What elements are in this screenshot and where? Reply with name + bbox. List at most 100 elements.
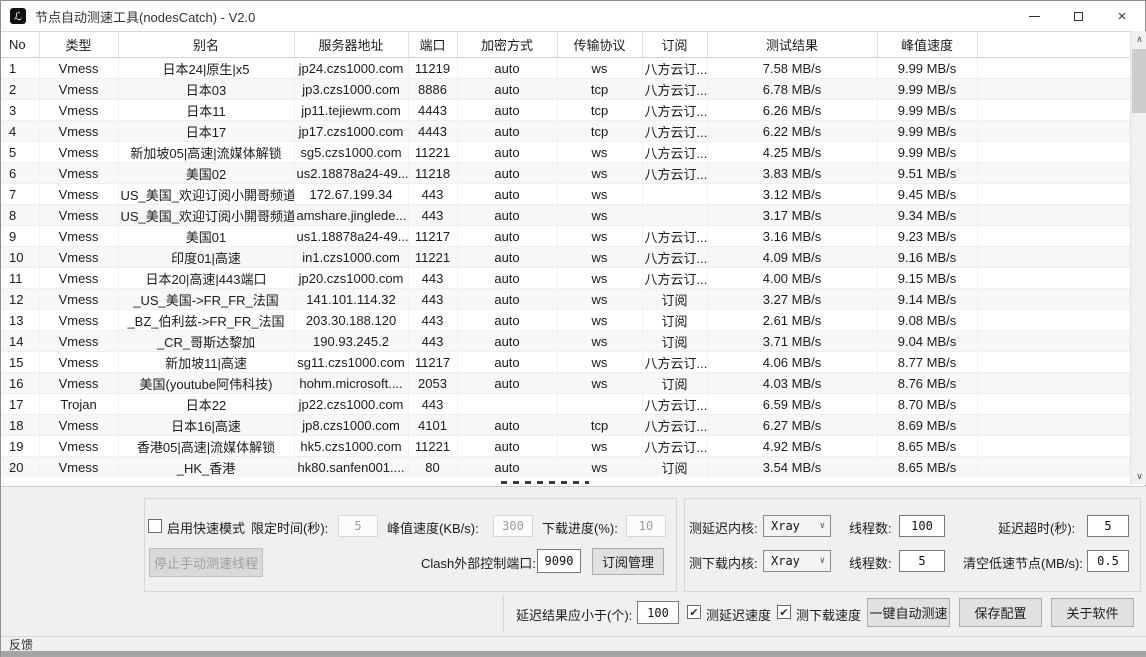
node-row[interactable]: 18Vmess日本16|高速jp8.czs1000.com4101autotcp…: [1, 415, 1130, 436]
maximize-button[interactable]: [1056, 1, 1100, 31]
cell: 6.78 MB/s: [707, 79, 877, 100]
column-header-6[interactable]: 加密方式: [457, 32, 557, 58]
cell: Vmess: [39, 226, 118, 247]
scroll-up-icon[interactable]: ∧: [1131, 31, 1146, 48]
cell: 16: [1, 373, 39, 394]
auto-test-button[interactable]: 一键自动测速: [867, 598, 950, 627]
column-header-3[interactable]: 别名: [118, 32, 294, 58]
stop-manual-test-button[interactable]: 停止手动测速线程: [149, 548, 263, 577]
feedback-link[interactable]: 反馈: [9, 636, 33, 653]
node-row[interactable]: 3Vmess日本11jp11.tejiewm.com4443autotcp八方云…: [1, 100, 1130, 121]
download-core-select[interactable]: Xray ∨: [763, 550, 831, 572]
node-row[interactable]: 2Vmess日本03jp3.czs1000.com8886autotcp八方云订…: [1, 79, 1130, 100]
node-row[interactable]: 14Vmess_CR_哥斯达黎加190.93.245.2443autows订阅3…: [1, 331, 1130, 352]
column-header-7[interactable]: 传输协议: [557, 32, 642, 58]
titlebar: ℒ 节点自动测速工具(nodesCatch) - V2.0 ×: [1, 1, 1145, 31]
latency-core-select[interactable]: Xray ∨: [763, 515, 831, 537]
test-download-checkbox[interactable]: [777, 605, 791, 619]
download-threads-input[interactable]: 5: [899, 550, 945, 572]
cell: 3.27 MB/s: [707, 289, 877, 310]
cell: ws: [557, 436, 642, 457]
cell: auto: [457, 163, 557, 184]
close-button[interactable]: ×: [1100, 1, 1144, 31]
cell: 15: [1, 352, 39, 373]
cell: 4.03 MB/s: [707, 373, 877, 394]
latency-timeout-input[interactable]: 5: [1087, 515, 1129, 537]
latency-result-input[interactable]: 100: [637, 601, 679, 624]
save-config-button[interactable]: 保存配置: [959, 598, 1042, 627]
test-latency-checkbox[interactable]: [687, 605, 701, 619]
scroll-down-icon[interactable]: ∨: [1131, 468, 1146, 485]
cell: 11: [1, 268, 39, 289]
cell: [977, 289, 1130, 310]
cell: 八方云订...: [642, 142, 707, 163]
node-row[interactable]: 4Vmess日本17jp17.czs1000.com4443autotcp八方云…: [1, 121, 1130, 142]
node-row[interactable]: 7VmessUS_美国_欢迎订阅小閞哥频道♡t...172.67.199.344…: [1, 184, 1130, 205]
clear-slow-nodes-label: 清空低速节点(MB/s):: [963, 553, 1083, 572]
fast-mode-checkbox[interactable]: [148, 519, 162, 533]
column-header-8[interactable]: 订阅: [642, 32, 707, 58]
cell: Vmess: [39, 163, 118, 184]
node-row[interactable]: 8VmessUS_美国_欢迎订阅小閞哥频道♡t...amshare.jingle…: [1, 205, 1130, 226]
latency-threads-input[interactable]: 100: [899, 515, 945, 537]
cell: 9.99 MB/s: [877, 79, 977, 100]
node-row[interactable]: 6Vmess美国02us2.18878a24-49...11218autows八…: [1, 163, 1130, 184]
cell: 11221: [408, 142, 457, 163]
peak-speed-input[interactable]: 300: [493, 515, 533, 537]
node-row[interactable]: 12Vmess_US_美国->FR_FR_法国141.101.114.32443…: [1, 289, 1130, 310]
clash-port-input[interactable]: 9090: [537, 549, 581, 573]
cell: 443: [408, 394, 457, 415]
node-row[interactable]: 19Vmess香港05|高速|流媒体解锁hk5.czs1000.com11221…: [1, 436, 1130, 457]
cell: ws: [557, 247, 642, 268]
subscription-manage-button[interactable]: 订阅管理: [592, 548, 664, 575]
cell: 8: [1, 205, 39, 226]
download-core-label: 测下载内核:: [689, 553, 758, 572]
cell: jp20.czs1000.com: [294, 268, 408, 289]
cell: [977, 247, 1130, 268]
cell: 10: [1, 247, 39, 268]
cell: Vmess: [39, 310, 118, 331]
node-row[interactable]: 5Vmess新加坡05|高速|流媒体解锁sg5.czs1000.com11221…: [1, 142, 1130, 163]
cell: 订阅: [642, 373, 707, 394]
dropdown-arrow-icon: ∨: [820, 556, 825, 566]
cell: [977, 205, 1130, 226]
table-scrollbar[interactable]: ∧ ∨: [1130, 31, 1146, 485]
cell: 4443: [408, 121, 457, 142]
node-row[interactable]: 9Vmess美国01us1.18878a24-49...11217autows八…: [1, 226, 1130, 247]
node-row[interactable]: 16Vmess美国(youtube阿伟科技)hohm.microsoft....…: [1, 373, 1130, 394]
speed-settings-groupbox: [144, 498, 677, 592]
minimize-button[interactable]: [1012, 1, 1056, 31]
cell: auto: [457, 184, 557, 205]
cell: 2: [1, 79, 39, 100]
node-row[interactable]: 10Vmess印度01|高速in1.czs1000.com11221autows…: [1, 247, 1130, 268]
column-header-2[interactable]: 类型: [39, 32, 118, 58]
cell: 13: [1, 310, 39, 331]
column-header-1[interactable]: No: [1, 32, 39, 58]
peak-speed-label: 峰值速度(KB/s):: [387, 518, 479, 537]
column-header-10[interactable]: 峰值速度: [877, 32, 977, 58]
clear-slow-nodes-input[interactable]: 0.5: [1087, 550, 1129, 572]
cell: tcp: [557, 79, 642, 100]
cell: 5: [1, 142, 39, 163]
about-button[interactable]: 关于软件: [1051, 598, 1134, 627]
maximize-icon: [1074, 12, 1083, 21]
node-row[interactable]: 17Trojan日本22jp22.czs1000.com443八方云订...6.…: [1, 394, 1130, 415]
cell: 8.65 MB/s: [877, 457, 977, 478]
node-row[interactable]: 1Vmess日本24|原生|x5jp24.czs1000.com11219aut…: [1, 58, 1130, 79]
node-row[interactable]: 15Vmess新加坡11|高速sg11.czs1000.com11217auto…: [1, 352, 1130, 373]
time-limit-input[interactable]: 5: [338, 515, 378, 537]
node-row[interactable]: 20Vmess_HK_香港hk80.sanfen001....80autows订…: [1, 457, 1130, 478]
column-header-9[interactable]: 测试结果: [707, 32, 877, 58]
node-row[interactable]: 13Vmess_BZ_伯利兹->FR_FR_法国203.30.188.12044…: [1, 310, 1130, 331]
node-row[interactable]: 11Vmess日本20|高速|443端口jp20.czs1000.com443a…: [1, 268, 1130, 289]
download-progress-input[interactable]: 10: [626, 515, 666, 537]
latency-result-label: 延迟结果应小于(个):: [516, 605, 632, 624]
cell: hohm.microsoft....: [294, 373, 408, 394]
cell: ws: [557, 268, 642, 289]
cell: 17: [1, 394, 39, 415]
column-header-5[interactable]: 端口: [408, 32, 457, 58]
column-header-4[interactable]: 服务器地址: [294, 32, 408, 58]
cell: 4.00 MB/s: [707, 268, 877, 289]
column-header-11[interactable]: [977, 32, 1130, 58]
scrollbar-thumb[interactable]: [1132, 49, 1146, 113]
